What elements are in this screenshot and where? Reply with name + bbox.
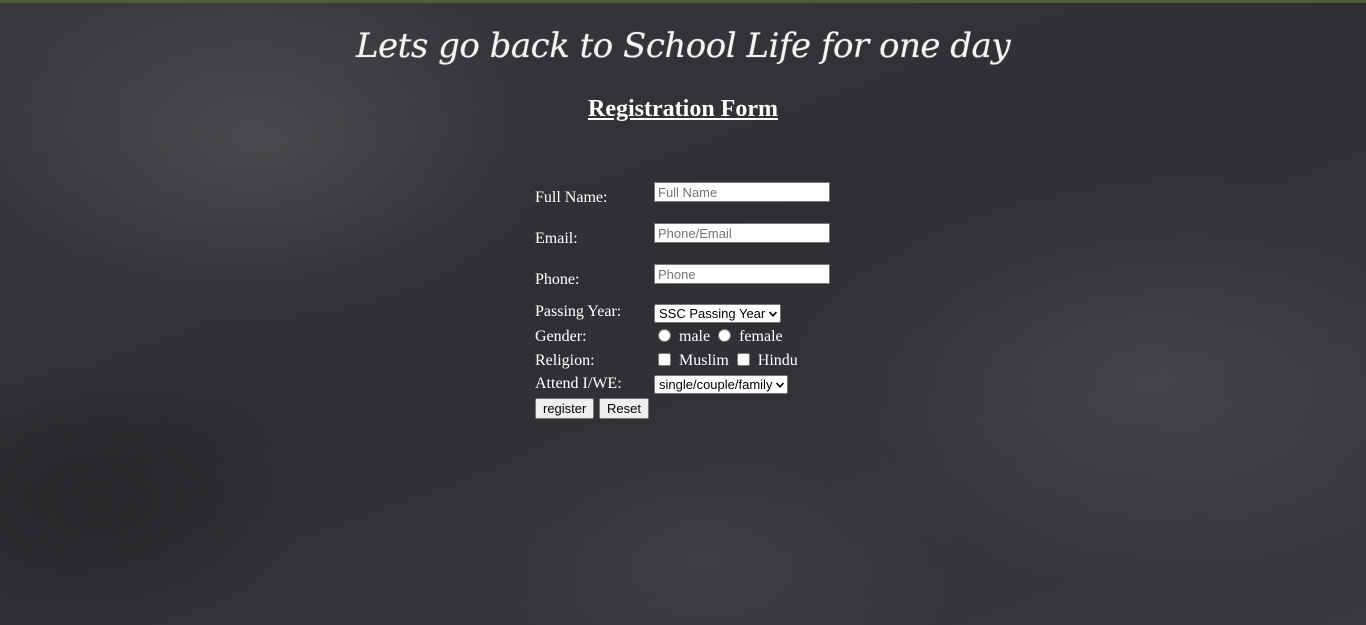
gender-female-label: female [739, 328, 783, 345]
religion-hindu-label: Hindu [757, 352, 798, 369]
phone-input[interactable] [654, 264, 830, 284]
attend-label: Attend I/WE: [535, 375, 622, 392]
religion-options: Muslim Hindu [658, 352, 806, 370]
page-headline: Lets go back to School Life for one day [355, 26, 1011, 66]
gender-male-label: male [679, 328, 711, 345]
gender-male-radio[interactable] [658, 328, 671, 342]
attend-selected-value: single/couple/family [659, 377, 773, 392]
passing-year-select[interactable]: SSC Passing Year [654, 304, 782, 323]
full-name-label: Full Name: [535, 189, 608, 206]
gender-label: Gender: [535, 328, 587, 345]
religion-hindu-checkbox[interactable] [736, 352, 750, 366]
gender-options: male female [658, 328, 791, 346]
chevron-down-icon [776, 381, 785, 388]
religion-muslim-checkbox[interactable] [658, 352, 671, 366]
full-name-input[interactable] [654, 182, 830, 202]
attend-select[interactable]: single/couple/family [654, 375, 789, 394]
email-label: Email: [535, 230, 578, 247]
reset-button[interactable]: Reset [599, 398, 649, 419]
top-accent-strip [0, 0, 1366, 3]
religion-label: Religion: [535, 352, 595, 369]
passing-year-label: Passing Year: [535, 303, 622, 320]
chevron-down-icon [769, 310, 778, 317]
register-button[interactable]: register [535, 398, 595, 419]
gender-female-radio[interactable] [718, 328, 732, 342]
phone-label: Phone: [535, 271, 580, 288]
form-title: Registration Form [588, 96, 778, 122]
passing-year-selected-value: SSC Passing Year [659, 306, 766, 321]
religion-muslim-label: Muslim [679, 352, 729, 369]
email-input[interactable] [654, 223, 830, 243]
